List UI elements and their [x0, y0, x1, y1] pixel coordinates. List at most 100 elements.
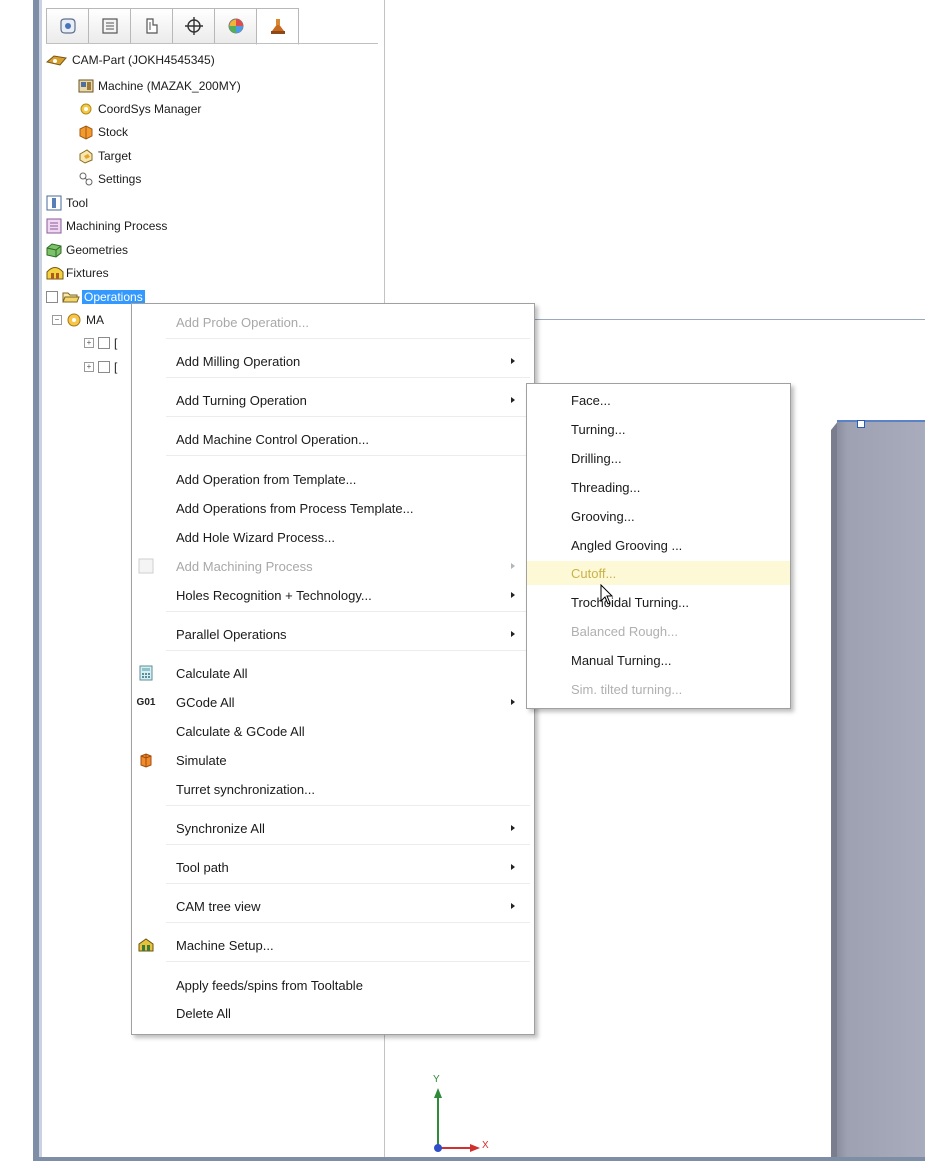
tab-appearance[interactable] — [214, 8, 256, 44]
submenu-item-label: Face... — [571, 392, 611, 408]
expand-toggle[interactable]: + — [84, 362, 94, 372]
axis-y-label: Y — [433, 1074, 440, 1085]
menu-item-cam-tree-view[interactable]: CAM tree view — [132, 894, 534, 918]
submenu-arrow-icon — [511, 563, 515, 569]
submenu-item-face[interactable]: Face... — [527, 388, 790, 412]
submenu-item-sim-tilted-turning[interactable]: Sim. tilted turning... — [527, 677, 790, 701]
tree-item-settings[interactable]: Settings — [78, 169, 141, 189]
menu-item-add-operation-from-template[interactable]: Add Operation from Template... — [132, 467, 534, 491]
tree-item-machine[interactable]: Machine (MAZAK_200MY) — [78, 76, 241, 96]
menu-item-add-machine-control-operation[interactable]: Add Machine Control Operation... — [132, 427, 534, 451]
menu-separator — [166, 805, 530, 806]
tab-configuration-manager[interactable] — [130, 8, 172, 44]
menu-item-label: Add Operations from Process Template... — [176, 500, 414, 516]
menu-item-add-turning-operation[interactable]: Add Turning Operation — [132, 388, 534, 412]
tab-cam-manager[interactable] — [256, 8, 299, 45]
tree-item-fixtures[interactable]: Fixtures — [46, 263, 109, 283]
tree-item-coordsys-manager[interactable]: CoordSys Manager — [78, 99, 201, 119]
tree-item-tool[interactable]: Tool — [46, 193, 88, 213]
submenu-item-grooving[interactable]: Grooving... — [527, 504, 790, 528]
submenu-item-label: Drilling... — [571, 450, 622, 466]
child-2-checkbox[interactable] — [98, 361, 110, 373]
menu-item-add-machining-process[interactable]: Add Machining Process — [132, 554, 534, 578]
tree-item-child-2[interactable]: + [ — [84, 357, 117, 377]
tree-item-label: Tool — [66, 196, 89, 210]
menu-item-label: Delete All — [176, 1005, 231, 1021]
coordsys-icon — [78, 101, 94, 117]
crosshair-icon — [184, 17, 203, 35]
operations-checkbox[interactable] — [46, 291, 58, 303]
tree-item-label-selected: Operations — [82, 290, 145, 304]
operations-context-menu: Add Probe Operation... Add Milling Opera… — [131, 303, 535, 1035]
menu-item-synchronize-all[interactable]: Synchronize All — [132, 816, 534, 840]
submenu-item-label: Balanced Rough... — [571, 623, 678, 639]
selection-handle[interactable] — [857, 420, 865, 428]
submenu-item-angled-grooving[interactable]: Angled Grooving ... — [527, 533, 790, 557]
menu-item-add-operations-from-process-template[interactable]: Add Operations from Process Template... — [132, 496, 534, 520]
child-1-checkbox[interactable] — [98, 337, 110, 349]
menu-item-delete-all[interactable]: Delete All — [132, 1001, 534, 1025]
cam-manager-icon — [270, 18, 285, 34]
menu-item-label: Parallel Operations — [176, 626, 287, 642]
menu-item-holes-recognition[interactable]: Holes Recognition + Technology... — [132, 583, 534, 607]
tree-item-geometries[interactable]: Geometries — [46, 240, 128, 260]
axis-x-label: X — [482, 1140, 489, 1151]
stock-icon — [78, 124, 94, 140]
menu-item-label: Add Milling Operation — [176, 353, 301, 369]
tree-item-stock[interactable]: Stock — [78, 122, 128, 142]
tree-item-label: [ — [114, 360, 118, 374]
tab-strip-divider — [46, 43, 378, 44]
submenu-item-manual-turning[interactable]: Manual Turning... — [527, 648, 790, 672]
menu-separator — [166, 650, 530, 651]
submenu-item-threading[interactable]: Threading... — [527, 475, 790, 499]
tree-item-target[interactable]: Target — [78, 146, 131, 166]
menu-item-label: Holes Recognition + Technology... — [176, 587, 372, 603]
menu-item-label: Add Probe Operation... — [176, 314, 309, 330]
collapse-toggle[interactable]: − — [52, 315, 62, 325]
machining-process-icon — [46, 218, 62, 234]
menu-item-tool-path[interactable]: Tool path — [132, 855, 534, 879]
menu-separator — [166, 455, 530, 456]
menu-separator — [166, 611, 530, 612]
expand-toggle[interactable]: + — [84, 338, 94, 348]
settings-icon — [78, 171, 94, 187]
tab-feature-manager[interactable] — [46, 8, 88, 44]
menu-item-simulate[interactable]: Simulate — [132, 748, 534, 772]
manager-tab-strip — [46, 8, 299, 45]
tree-item-setup[interactable]: − MA — [52, 310, 104, 330]
tab-dimxpert[interactable] — [172, 8, 214, 44]
menu-item-add-hole-wizard-process[interactable]: Add Hole Wizard Process... — [132, 525, 534, 549]
submenu-item-label: Turning... — [571, 421, 626, 437]
tree-item-operations[interactable]: Operations — [46, 287, 145, 307]
solidworks-cam-window: CAM-Part (JOKH4545345) Machine (MAZAK_20… — [0, 0, 925, 1161]
submenu-item-trochoidal-turning[interactable]: Trochoidal Turning... — [527, 590, 790, 614]
submenu-item-turning[interactable]: Turning... — [527, 417, 790, 441]
menu-item-calculate-gcode-all[interactable]: Calculate & GCode All — [132, 719, 534, 743]
axis-triad: Y X — [426, 1072, 496, 1161]
part-model[interactable] — [837, 420, 925, 1157]
turning-operation-submenu: Face... Turning... Drilling... Threading… — [526, 383, 791, 709]
menu-item-calculate-all[interactable]: Calculate All — [132, 661, 534, 685]
menu-item-label: Simulate — [176, 752, 227, 768]
menu-item-add-milling-operation[interactable]: Add Milling Operation — [132, 349, 534, 373]
tree-item-machining-process[interactable]: Machining Process — [46, 216, 167, 236]
gcode-icon: G01 — [136, 696, 156, 708]
tree-item-child-1[interactable]: + [ — [84, 333, 117, 353]
submenu-item-label: Cutoff... — [571, 565, 617, 581]
submenu-item-cutoff[interactable]: Cutoff... — [527, 561, 790, 585]
submenu-item-drilling[interactable]: Drilling... — [527, 446, 790, 470]
menu-item-machine-setup[interactable]: Machine Setup... — [132, 933, 534, 957]
tree-item-cam-part[interactable]: CAM-Part (JOKH4545345) — [45, 50, 215, 70]
submenu-item-balanced-rough[interactable]: Balanced Rough... — [527, 619, 790, 643]
menu-item-apply-feeds-spins[interactable]: Apply feeds/spins from Tooltable — [132, 973, 534, 997]
menu-item-parallel-operations[interactable]: Parallel Operations — [132, 622, 534, 646]
menu-item-gcode-all[interactable]: G01 GCode All — [132, 690, 534, 714]
tree-item-label: Fixtures — [66, 266, 109, 280]
part-selected-edge — [837, 420, 925, 422]
menu-item-turret-synchronization[interactable]: Turret synchronization... — [132, 777, 534, 801]
menu-separator — [166, 338, 530, 339]
menu-item-add-probe-operation[interactable]: Add Probe Operation... — [132, 310, 534, 334]
tab-property-manager[interactable] — [88, 8, 130, 44]
tree-item-label: Settings — [98, 172, 142, 186]
menu-item-label: CAM tree view — [176, 898, 261, 914]
